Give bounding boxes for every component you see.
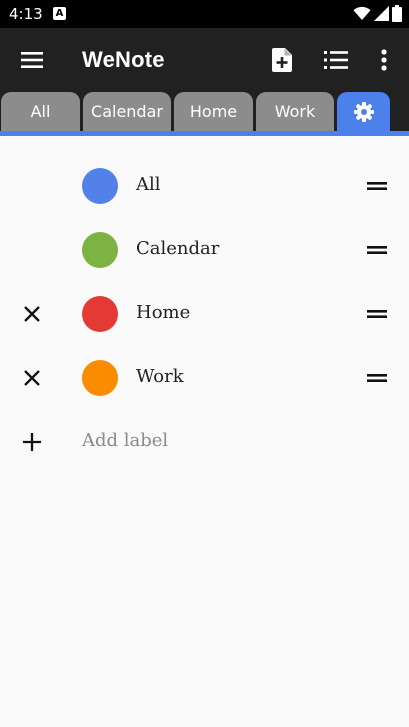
tab-all[interactable]: All — [1, 92, 80, 131]
app-title: WeNote — [82, 47, 165, 72]
label-color-dot[interactable] — [82, 232, 118, 268]
label-color-dot[interactable] — [82, 168, 118, 204]
status-bar: 4:13 A — [0, 0, 409, 28]
tab-home[interactable]: Home — [174, 92, 253, 131]
status-icons — [353, 5, 402, 22]
wifi-icon — [353, 6, 371, 20]
battery-icon — [392, 5, 402, 22]
signal-icon — [374, 6, 389, 21]
label-tab-bar: All Calendar Home Work — [0, 92, 409, 134]
notification-a-icon: A — [53, 7, 66, 20]
add-icon[interactable] — [16, 426, 48, 458]
drag-handle-icon[interactable] — [363, 302, 391, 326]
drag-handle-icon[interactable] — [363, 174, 391, 198]
app-bar: WeNote — [0, 28, 409, 92]
label-row-home: Home — [0, 284, 409, 344]
label-color-dot[interactable] — [82, 296, 118, 332]
label-name[interactable]: Work — [136, 366, 184, 387]
label-name[interactable]: Calendar — [136, 238, 219, 259]
status-time: 4:13 — [9, 5, 43, 23]
drag-handle-icon[interactable] — [363, 238, 391, 262]
label-row-all: All — [0, 156, 409, 216]
tab-settings[interactable] — [337, 92, 390, 131]
drag-handle-icon[interactable] — [363, 366, 391, 390]
label-name[interactable]: Home — [136, 302, 190, 323]
settings-gear-icon — [353, 101, 374, 122]
tab-work[interactable]: Work — [256, 92, 334, 131]
label-color-dot[interactable] — [82, 360, 118, 396]
delete-label-icon[interactable] — [16, 362, 48, 394]
tab-indicator — [0, 131, 409, 136]
menu-icon[interactable] — [13, 41, 51, 79]
new-note-icon[interactable] — [263, 41, 301, 79]
label-row-calendar: Calendar — [0, 220, 409, 280]
delete-label-icon[interactable] — [16, 298, 48, 330]
tab-calendar[interactable]: Calendar — [83, 92, 171, 131]
more-vert-icon[interactable] — [367, 41, 401, 79]
add-label-row: Add label — [0, 412, 409, 472]
list-view-icon[interactable] — [316, 41, 356, 79]
add-label-input[interactable]: Add label — [82, 430, 342, 451]
label-row-work: Work — [0, 348, 409, 408]
label-name[interactable]: All — [136, 174, 161, 195]
